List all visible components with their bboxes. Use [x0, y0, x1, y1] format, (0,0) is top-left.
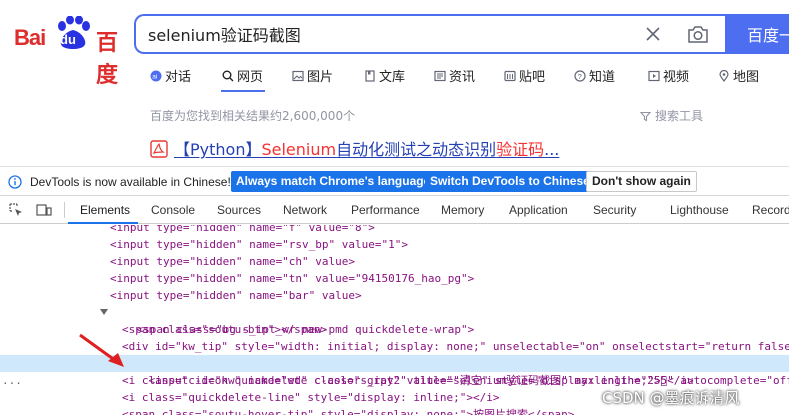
info-icon: [8, 175, 22, 189]
tieba-icon: [504, 70, 516, 82]
infobar-message: DevTools is now available in Chinese!: [30, 175, 231, 189]
camera-icon[interactable]: [686, 23, 710, 45]
search-input[interactable]: [148, 16, 618, 52]
tab-label: 网页: [237, 70, 264, 85]
image-icon: [292, 70, 304, 82]
ai-chat-icon: ai: [150, 70, 162, 82]
devtools-toolbar: Elements Console Sources Network Perform…: [0, 197, 789, 224]
tab-web[interactable]: 网页: [222, 66, 263, 86]
search-box: [134, 14, 726, 54]
tab-lighthouse[interactable]: Lighthouse: [670, 203, 729, 217]
tab-label: 资讯: [449, 70, 476, 85]
tab-label: 知道: [589, 70, 616, 85]
tab-map[interactable]: 地图: [718, 66, 759, 86]
tab-performance[interactable]: Performance: [351, 203, 420, 217]
always-match-language-button[interactable]: Always match Chrome's language: [231, 171, 436, 192]
dom-node-line[interactable]: <input type="hidden" name="rsv_bp" value…: [0, 236, 789, 253]
tab-label: 地图: [733, 70, 760, 85]
result-title-link[interactable]: 【Python】Selenium自动化测试之动态识别验证码...: [150, 136, 560, 159]
dom-node-line[interactable]: <input type="hidden" name="bar" value>: [0, 287, 789, 304]
inspect-element-icon[interactable]: [8, 202, 24, 218]
logo-text-du: du: [60, 32, 76, 47]
active-tab-indicator: [221, 90, 265, 92]
dom-node-line-expandable[interactable]: <span class="bg s_ipt_wr new-pmd quickde…: [0, 304, 789, 336]
tab-wenku[interactable]: 文库: [364, 66, 405, 86]
tab-elements[interactable]: Elements: [80, 203, 130, 217]
tab-recorder[interactable]: Record: [752, 203, 789, 217]
switch-to-chinese-button[interactable]: Switch DevTools to Chinese: [425, 171, 595, 192]
search-tools-button[interactable]: 搜索工具: [639, 107, 704, 124]
dom-node-line-selected[interactable]: ... <input id="kw" name="wd" class="s_ipt…: [0, 355, 789, 387]
baidu-logo[interactable]: Bai du 百度: [14, 16, 120, 88]
tab-application[interactable]: Application: [509, 203, 568, 217]
toolbar-divider: [64, 202, 65, 218]
dom-node-line[interactable]: <input type="hidden" name="f" value="8">: [0, 225, 789, 236]
device-toolbar-icon[interactable]: [36, 202, 52, 218]
logo-text-bai: Bai: [14, 25, 46, 50]
close-icon[interactable]: [642, 23, 664, 45]
tab-zhidao[interactable]: ? 知道: [574, 66, 615, 86]
pdf-icon: [150, 140, 168, 158]
title-highlight: 验证码: [496, 140, 545, 159]
title-highlight: Selenium: [261, 140, 337, 159]
filter-icon: [639, 111, 652, 122]
tab-memory[interactable]: Memory: [441, 203, 484, 217]
video-icon: [648, 70, 660, 82]
svg-text:?: ?: [578, 72, 582, 81]
question-icon: ?: [574, 70, 586, 82]
dom-node-line[interactable]: <input type="hidden" name="ch" value>: [0, 253, 789, 270]
result-count: 百度为您找到相关结果约2,600,000个: [150, 109, 356, 123]
map-pin-icon: [719, 70, 729, 82]
devtools-infobar: DevTools is now available in Chinese! Al…: [0, 166, 789, 196]
news-icon: [434, 70, 446, 82]
active-devtools-tab-indicator: [68, 222, 138, 224]
tab-label: 图片: [307, 70, 334, 85]
baidu-search-page: Bai du 百度 百度一 ai对话 网页 图片 文: [0, 0, 789, 166]
tab-sources[interactable]: Sources: [217, 203, 261, 217]
search-button[interactable]: 百度一: [725, 14, 789, 54]
tab-label: 文库: [379, 70, 406, 85]
search-tools-label: 搜索工具: [655, 109, 704, 123]
tab-label: 对话: [165, 70, 192, 85]
title-part: 【Python】: [174, 140, 262, 159]
tab-label: 视频: [663, 70, 690, 85]
web-search-icon: [222, 70, 234, 82]
tab-security[interactable]: Security: [593, 203, 636, 217]
tab-images[interactable]: 图片: [292, 66, 333, 86]
title-part: 自动化测试之动态识别: [336, 140, 497, 159]
tab-network[interactable]: Network: [283, 203, 327, 217]
title-part: ...: [544, 140, 560, 159]
tab-console[interactable]: Console: [151, 203, 195, 217]
tab-video[interactable]: 视频: [648, 66, 689, 86]
dom-node-line[interactable]: <input type="hidden" name="tn" value="94…: [0, 270, 789, 287]
tab-ai-chat[interactable]: ai 对话: [150, 66, 191, 86]
document-icon: [365, 70, 375, 82]
watermark: CSDN @墨痕诉清风: [602, 389, 740, 407]
dom-node-line[interactable]: <span class="soutu-btn"></span>: [0, 321, 789, 338]
expand-toggle-icon[interactable]: [100, 309, 108, 315]
dont-show-again-button[interactable]: Don't show again: [586, 171, 697, 192]
svg-text:ai: ai: [152, 74, 157, 81]
tab-label: 贴吧: [519, 70, 546, 85]
logo-text-cn: 百度: [96, 31, 118, 88]
tab-news[interactable]: 资讯: [434, 66, 475, 86]
dom-node-line[interactable]: <div id="kw_tip" style="width: initial; …: [0, 338, 789, 355]
tab-tieba[interactable]: 贴吧: [504, 66, 545, 86]
